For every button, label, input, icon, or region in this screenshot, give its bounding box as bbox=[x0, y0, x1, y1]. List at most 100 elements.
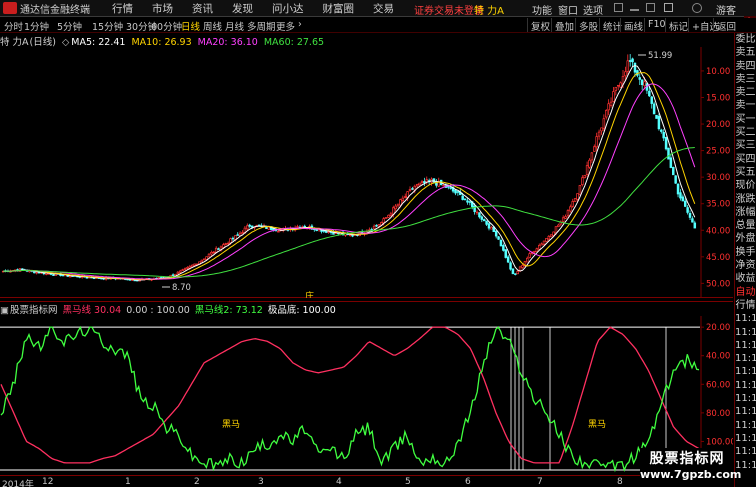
y-tick-label: 30.00 bbox=[706, 173, 730, 183]
candle-body bbox=[456, 191, 460, 193]
main-chart[interactable]: 50.00 45.00 40.00 35.00 30.00 25.00 20.00 15.00… bbox=[0, 47, 733, 302]
side-panel-item: 委比 bbox=[735, 34, 756, 45]
tool-multi-stock[interactable]: 多股 bbox=[575, 18, 601, 33]
candle-body bbox=[248, 224, 251, 227]
watermark-title: 股票指标网 bbox=[649, 451, 725, 467]
ind-y-tick-label: 60.00 bbox=[706, 380, 730, 390]
x-label: 5 bbox=[405, 477, 411, 487]
indicator-series1: 黑马线 30.04 bbox=[62, 305, 122, 316]
candle-body bbox=[186, 267, 189, 269]
candle-body bbox=[561, 217, 565, 222]
candle-body bbox=[296, 226, 299, 228]
candle-body bbox=[648, 90, 651, 97]
candle-body bbox=[631, 58, 634, 63]
low-label: 8.70 bbox=[172, 283, 191, 293]
candle-body bbox=[540, 243, 543, 246]
menu-market[interactable]: 市场 bbox=[152, 1, 173, 16]
side-panel-item: 11:1 bbox=[735, 419, 756, 431]
candle-body bbox=[605, 110, 608, 118]
y-tick-label: 25.00 bbox=[706, 147, 730, 157]
menu-ask[interactable]: 问小达 bbox=[272, 1, 304, 16]
x-label: 1 bbox=[125, 477, 131, 487]
menu-window[interactable]: 窗口 bbox=[558, 2, 578, 17]
y-tick-label: 50.00 bbox=[706, 279, 730, 289]
period-intraday[interactable]: 分时 bbox=[4, 19, 23, 33]
tool-adjust[interactable]: 复权 bbox=[527, 18, 553, 33]
more-arrow-icon[interactable]: › bbox=[298, 19, 302, 30]
candle-body bbox=[588, 159, 591, 168]
candle-body bbox=[657, 116, 661, 130]
guest-label[interactable]: 游客 bbox=[716, 2, 736, 17]
candle-body bbox=[691, 218, 694, 223]
candle-body bbox=[207, 253, 211, 258]
close-button[interactable] bbox=[664, 3, 673, 12]
candle-body bbox=[683, 200, 687, 207]
restore-button[interactable] bbox=[614, 3, 623, 12]
candle-body bbox=[504, 249, 507, 258]
candle-body bbox=[238, 232, 242, 236]
ind-y-tick-label: 100.00 bbox=[706, 437, 733, 447]
period-weekly[interactable]: 周线 bbox=[203, 19, 222, 33]
period-multi[interactable]: 多周期 bbox=[247, 19, 276, 33]
tool-overlay[interactable]: 叠加 bbox=[551, 18, 577, 33]
x-label: 2014年 bbox=[2, 480, 34, 487]
x-label: 4 bbox=[336, 477, 342, 487]
ind-y-tick-label: 20.00 bbox=[706, 323, 730, 333]
candle-body bbox=[447, 186, 450, 188]
menu-quotes[interactable]: 行情 bbox=[112, 1, 133, 16]
candle-body bbox=[554, 226, 558, 234]
menu-functions[interactable]: 功能 bbox=[532, 2, 552, 17]
menu-discover[interactable]: 发现 bbox=[232, 1, 253, 16]
side-panel-item: 卖三 bbox=[735, 73, 756, 85]
candle-body bbox=[573, 198, 577, 202]
period-5min[interactable]: 5分钟 bbox=[57, 19, 93, 33]
candle-body bbox=[442, 184, 445, 187]
side-panel-item: 涨跌 bbox=[735, 193, 756, 205]
candle-body bbox=[674, 175, 677, 184]
menu-wealth[interactable]: 财富圈 bbox=[323, 1, 355, 16]
menu-options[interactable]: 选项 bbox=[583, 2, 603, 17]
candle-body bbox=[590, 152, 594, 161]
side-panel-item[interactable]: 自动 bbox=[735, 286, 756, 299]
period-15min[interactable]: 15分钟 bbox=[92, 19, 128, 33]
side-panel-item[interactable]: 行情 bbox=[735, 299, 756, 312]
candle-body bbox=[585, 165, 589, 175]
ma-line-ma20 bbox=[3, 83, 696, 280]
user-avatar-icon[interactable] bbox=[692, 3, 702, 13]
side-panel-item: 11:1 bbox=[735, 326, 756, 338]
side-panel-item: 11:1 bbox=[735, 366, 756, 378]
indicator-series4: 极品底: 100.00 bbox=[267, 305, 336, 316]
minimize-button[interactable] bbox=[630, 9, 639, 11]
menu-trade[interactable]: 交易 bbox=[373, 1, 394, 16]
menu-news[interactable]: 资讯 bbox=[192, 1, 213, 16]
candle-body bbox=[628, 60, 632, 62]
ind-series-2 bbox=[0, 325, 700, 473]
maximize-button[interactable] bbox=[646, 3, 655, 12]
tool-back[interactable]: 返回 bbox=[713, 18, 739, 33]
period-monthly[interactable]: 月线 bbox=[225, 19, 244, 33]
candle-body bbox=[179, 270, 182, 273]
candle-body bbox=[176, 271, 180, 275]
side-panel-item: 买三 bbox=[735, 140, 756, 152]
candle-body bbox=[626, 60, 630, 72]
period-daily[interactable]: 日线 bbox=[181, 19, 200, 33]
indicator-chart[interactable]: 100.00 80.00 60.00 40.00 20.00 黑马 黑马 bbox=[0, 316, 736, 474]
candle-body bbox=[246, 225, 249, 230]
period-1min[interactable]: 1分钟 bbox=[24, 19, 56, 33]
candle-body bbox=[545, 238, 548, 242]
candle-body bbox=[514, 273, 517, 275]
candle-body bbox=[183, 268, 187, 270]
candle-body bbox=[664, 136, 668, 150]
period-more[interactable]: 更多 bbox=[276, 19, 295, 33]
side-panel-item: 11:1 bbox=[735, 313, 756, 325]
x-label: 2 bbox=[194, 477, 200, 487]
tool-draw[interactable]: 画线 bbox=[620, 18, 646, 33]
candle-body bbox=[686, 207, 689, 213]
candle-body bbox=[583, 175, 586, 179]
candle-body bbox=[490, 226, 493, 230]
candle-body bbox=[348, 234, 352, 236]
x-label: 7 bbox=[537, 477, 543, 487]
side-panel-item: 11:1 bbox=[735, 379, 756, 391]
candle-body bbox=[643, 81, 646, 86]
indicator-title[interactable]: 股票指标网 bbox=[10, 305, 58, 316]
